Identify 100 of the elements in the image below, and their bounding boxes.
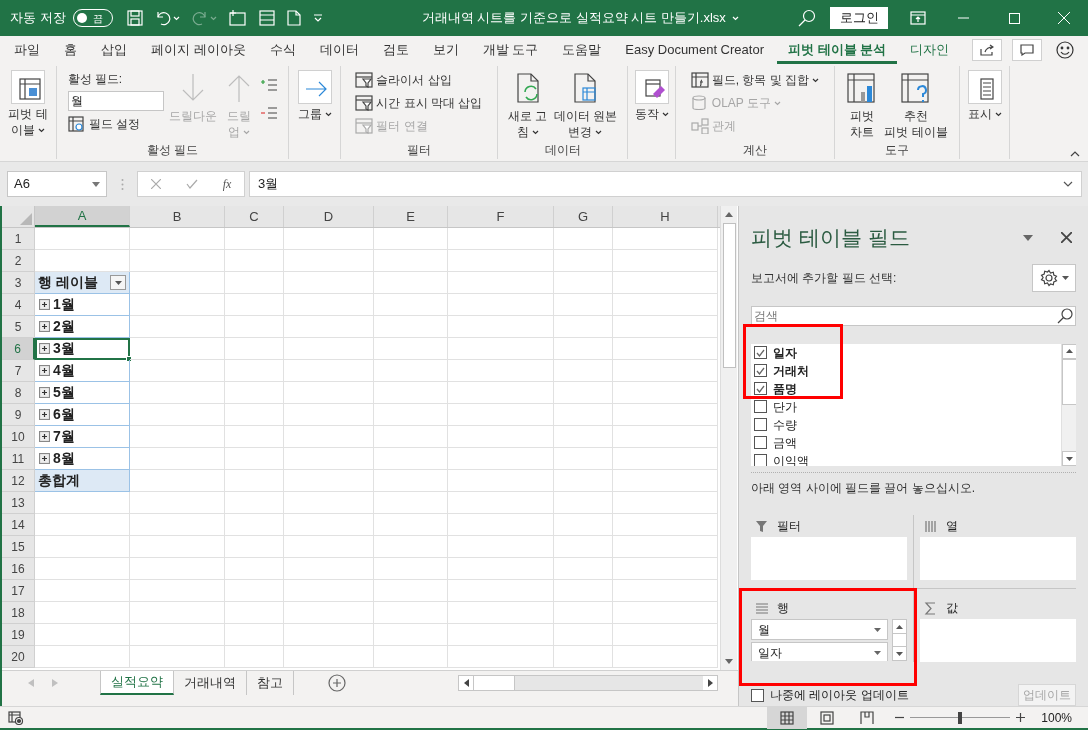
menu-tab[interactable]: 개발 도구 (471, 39, 550, 64)
row-header[interactable]: 6 (2, 338, 35, 360)
sheet-cell[interactable] (225, 250, 284, 272)
sheet-cell[interactable] (225, 382, 284, 404)
search-field[interactable]: 검색 (751, 305, 1076, 326)
sheet-cell[interactable] (130, 426, 225, 448)
row-header[interactable]: 9 (2, 404, 35, 426)
fill-handle[interactable] (126, 356, 132, 362)
sheet-cell[interactable] (284, 272, 374, 294)
sheet-cell[interactable] (284, 294, 374, 316)
menu-tab[interactable]: 수식 (258, 39, 307, 64)
sheet-cell[interactable] (225, 624, 284, 646)
sheet-cell[interactable] (374, 580, 448, 602)
sheet-cell[interactable] (35, 624, 130, 646)
drop-area[interactable] (751, 537, 907, 580)
sheet-cell[interactable] (284, 404, 374, 426)
sheet-cell[interactable] (374, 338, 448, 360)
scroll-up-icon[interactable] (725, 212, 733, 217)
sheet-cell[interactable] (225, 536, 284, 558)
field-label[interactable]: 금액 (773, 433, 797, 452)
sheet-cell[interactable] (554, 404, 613, 426)
add-sheet-icon[interactable] (328, 674, 346, 692)
scroll-thumb[interactable] (1061, 358, 1076, 405)
sheet-cell[interactable] (225, 272, 284, 294)
sheet-cell[interactable] (554, 448, 613, 470)
expand-icon[interactable] (39, 321, 50, 332)
sheet-cell[interactable] (448, 338, 554, 360)
sheet-cell[interactable] (554, 382, 613, 404)
sheet-cell[interactable] (613, 602, 718, 624)
ribbon-button[interactable]: 필드, 항목 및 집합 (690, 70, 820, 90)
row-header[interactable]: 3 (2, 272, 35, 294)
field-label[interactable]: 수량 (773, 415, 797, 434)
field-label[interactable]: 단가 (773, 397, 797, 416)
macro-record-icon[interactable] (8, 710, 24, 725)
sheet-cell[interactable] (613, 272, 718, 294)
sheet-cell[interactable] (448, 360, 554, 382)
menu-tab[interactable]: 삽입 (90, 39, 138, 64)
sheet-cell[interactable] (374, 470, 448, 492)
sheet-cell[interactable] (448, 448, 554, 470)
sheet-cell[interactable] (448, 558, 554, 580)
pivot-row-label[interactable]: 5월 (53, 382, 75, 403)
select-all-icon[interactable] (20, 213, 32, 225)
sheet-cell[interactable] (225, 492, 284, 514)
insert-function-button[interactable]: fx (222, 175, 232, 193)
sheet-cell[interactable] (284, 316, 374, 338)
sheet-cell[interactable] (554, 250, 613, 272)
name-box[interactable]: A6 (7, 171, 107, 197)
row-header[interactable]: 8 (2, 382, 35, 404)
sheet-cell[interactable] (284, 448, 374, 470)
zoom-level[interactable]: 100% (1041, 708, 1072, 727)
field-label[interactable]: 일자 (773, 343, 797, 362)
sheet-cell[interactable] (225, 514, 284, 536)
new-sheet-icon[interactable] (228, 10, 247, 26)
sheet-cell[interactable] (448, 228, 554, 250)
checkbox[interactable] (751, 688, 764, 702)
sheet-cell[interactable] (284, 470, 374, 492)
scroll-right-icon[interactable] (707, 679, 713, 687)
row-header[interactable]: 5 (2, 316, 35, 338)
sheet-cell[interactable] (613, 338, 718, 360)
sheet-cell[interactable] (613, 646, 718, 668)
sheet-cell[interactable] (35, 580, 130, 602)
row-header[interactable]: 13 (2, 492, 35, 514)
sheet-cell[interactable] (374, 294, 448, 316)
field-label[interactable]: 거래처 (773, 361, 809, 380)
ribbon-button[interactable]: 새로 고 침 (507, 70, 549, 140)
close-icon[interactable] (1061, 232, 1072, 244)
expand-icon[interactable] (39, 387, 50, 398)
login-button[interactable]: 로그인 (830, 7, 888, 29)
check-icon[interactable] (185, 179, 198, 189)
sheet-cell[interactable] (284, 536, 374, 558)
drop-area[interactable] (919, 537, 1076, 580)
checkbox[interactable] (754, 454, 767, 466)
area-field-dropdown[interactable]: 일자 (751, 642, 888, 661)
sheet-cell[interactable] (130, 514, 225, 536)
redo-icon[interactable] (191, 10, 208, 26)
sheet-cell[interactable] (448, 316, 554, 338)
menu-tab[interactable]: 데이터 (308, 39, 370, 64)
expand-field-icon[interactable] (259, 78, 278, 92)
sheet-cell[interactable] (35, 514, 130, 536)
column-header[interactable]: D (284, 206, 374, 227)
row-header[interactable]: 10 (2, 426, 35, 448)
sheet-cell[interactable] (448, 602, 554, 624)
sheet-cell[interactable] (225, 294, 284, 316)
sheet-cell[interactable] (554, 272, 613, 294)
sheet-cell[interactable] (613, 228, 718, 250)
checkbox[interactable] (754, 400, 767, 413)
sheet-cell[interactable] (225, 602, 284, 624)
view-button[interactable] (767, 706, 808, 729)
scroll-left-icon[interactable] (463, 679, 469, 687)
sheet-tab[interactable]: 참고 (247, 671, 294, 695)
sheet-cell[interactable] (613, 448, 718, 470)
menu-tab[interactable]: 파일 (3, 39, 51, 64)
row-header[interactable]: 17 (2, 580, 35, 602)
sheet-cell[interactable] (554, 602, 613, 624)
column-header[interactable]: E (374, 206, 448, 227)
sheet-cell[interactable] (130, 360, 225, 382)
expand-icon[interactable] (39, 453, 50, 464)
ribbon-button[interactable]: 추천 피벗 테이블 (883, 70, 949, 140)
checkbox-label[interactable]: 나중에 레이아웃 업데이트 (770, 686, 1018, 704)
sheet-cell[interactable] (374, 272, 448, 294)
